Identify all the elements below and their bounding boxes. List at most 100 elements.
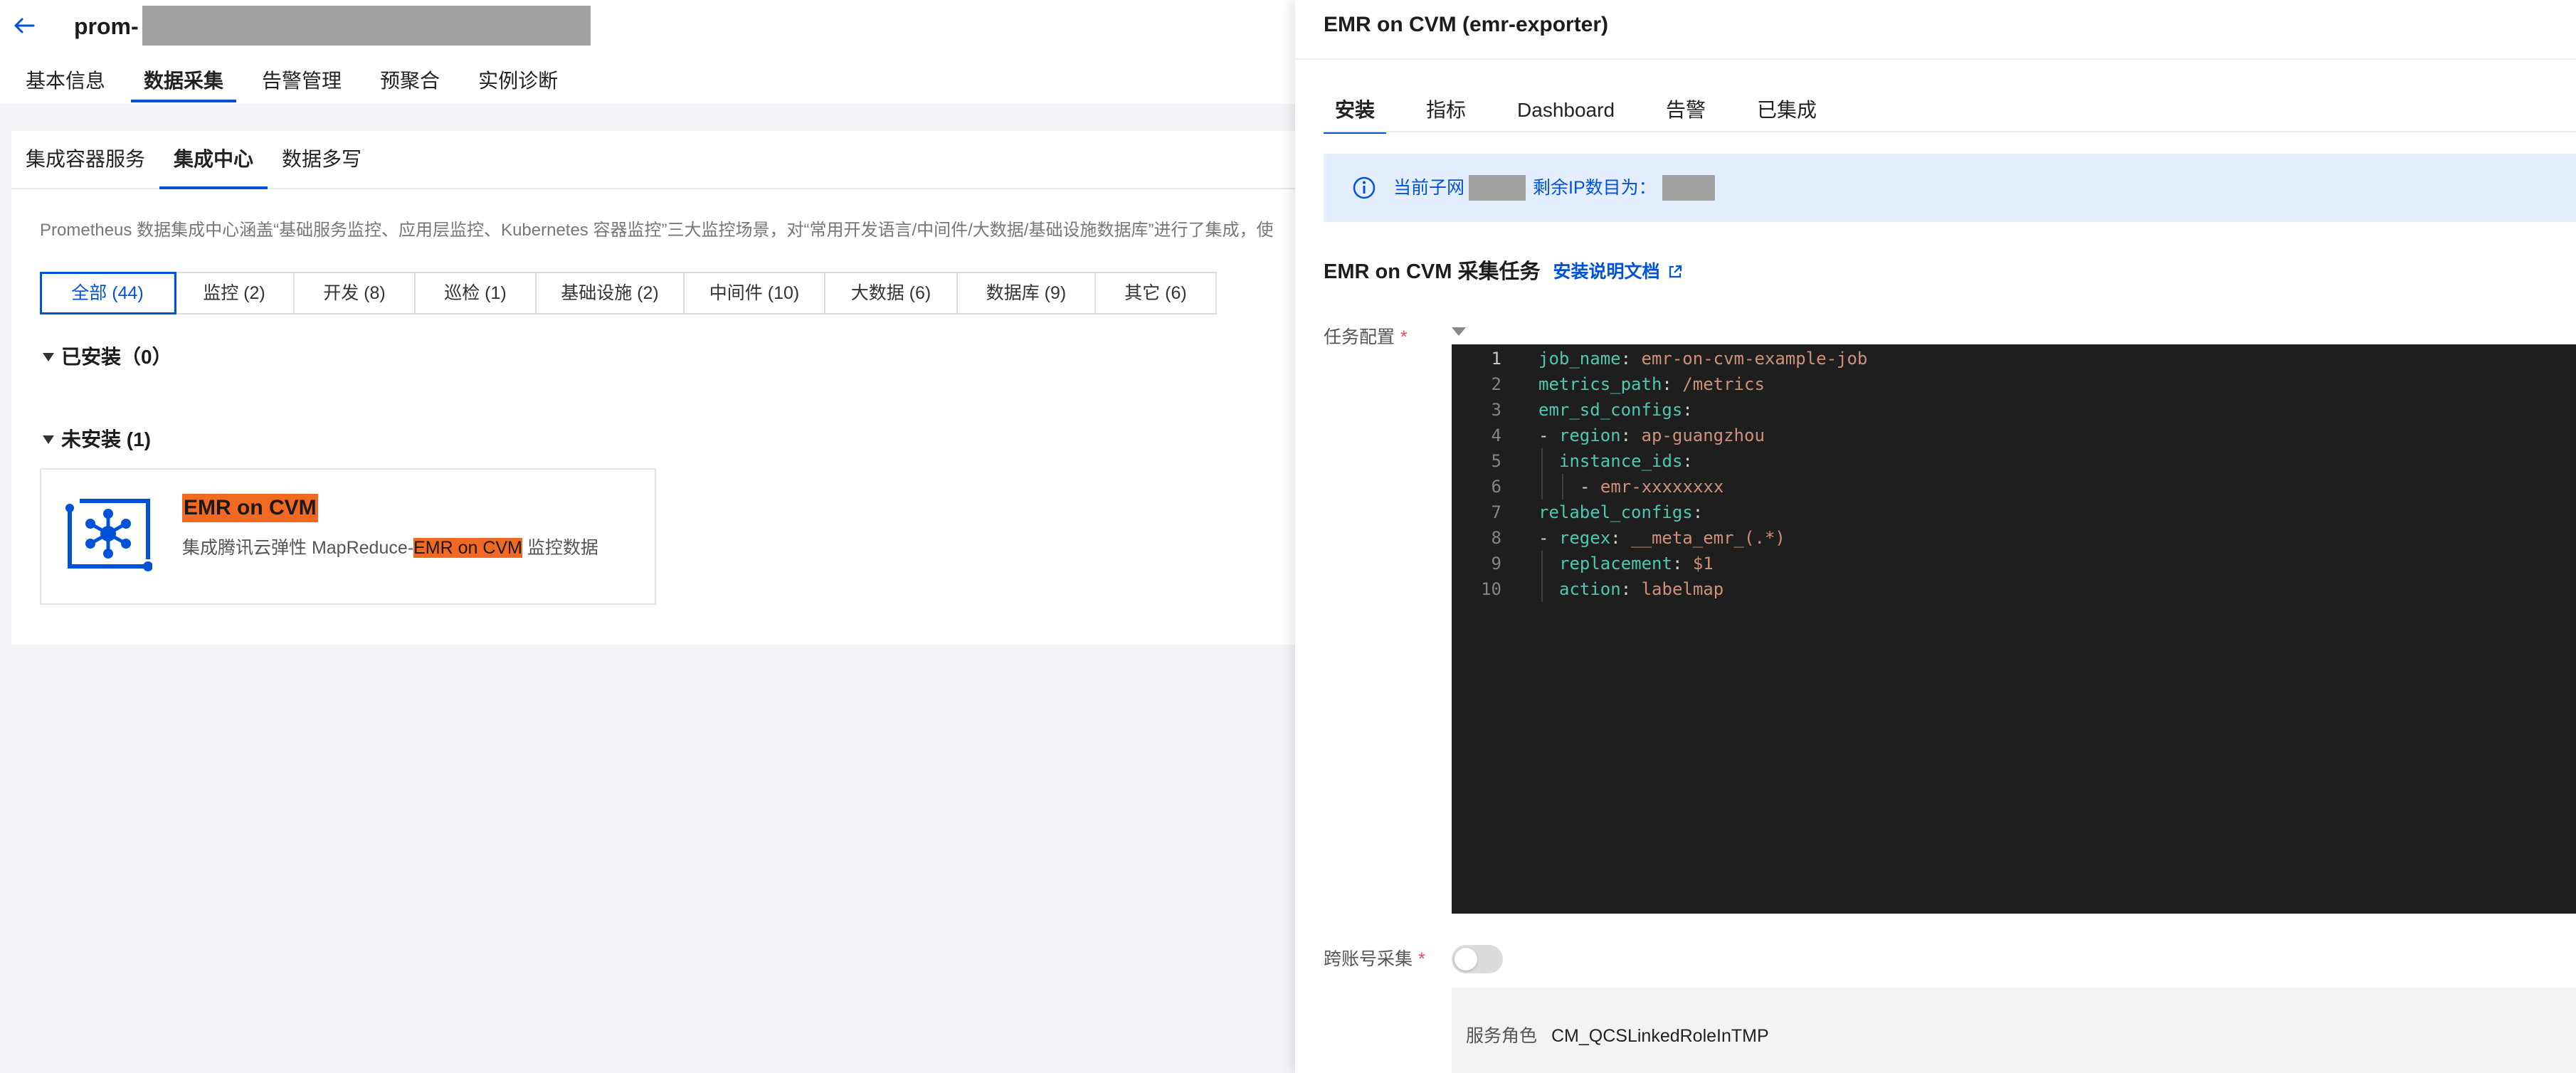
install-doc-link-text: 安装说明文档: [1553, 262, 1660, 282]
subtab-multi-write[interactable]: 数据多写: [268, 131, 376, 188]
code-line: 4 - region: ap-guangzhou: [1452, 423, 2576, 448]
task-config-label-text: 任务配置: [1324, 327, 1395, 347]
description-prefix: 集成腾讯云弹性 MapReduce-: [182, 538, 414, 558]
filter-other[interactable]: 其它 (6): [1096, 273, 1215, 313]
toggle-knob: [1455, 948, 1477, 971]
indent-guide: [1541, 551, 1543, 602]
code-text: emr_sd_configs:: [1538, 400, 1693, 420]
collapse-caret-icon[interactable]: [1452, 327, 1466, 336]
tab-basic-info[interactable]: 基本信息: [13, 61, 118, 104]
line-number: 8: [1491, 528, 1501, 548]
filter-database[interactable]: 数据库 (9): [958, 273, 1096, 313]
required-mark: *: [1418, 949, 1425, 969]
caret-down-icon: [43, 435, 54, 444]
line-number: 3: [1491, 400, 1501, 420]
description-suffix: 监控数据: [522, 538, 598, 558]
drawer-tab-metrics[interactable]: 指标: [1415, 92, 1477, 132]
code-text: metrics_path: /metrics: [1538, 374, 1765, 394]
info-icon: [1353, 176, 1376, 199]
filter-development[interactable]: 开发 (8): [295, 273, 416, 313]
filter-inspection[interactable]: 巡检 (1): [416, 273, 537, 313]
divider: [1324, 131, 2576, 132]
code-text: action: labelmap: [1559, 579, 1724, 599]
subtab-integration-center[interactable]: 集成中心: [159, 131, 268, 189]
code-text: instance_ids:: [1559, 451, 1693, 471]
integration-drawer: EMR on CVM (emr-exporter) 安装 指标 Dashboar…: [1295, 0, 2576, 1073]
drawer-tab-integrated[interactable]: 已集成: [1746, 92, 1828, 132]
not-installed-section-title: 未安装 (1): [61, 428, 152, 450]
tab-pre-aggregation[interactable]: 预聚合: [367, 61, 453, 104]
code-line: 9 replacement: $1: [1452, 551, 2576, 576]
main-tabs: 基本信息 数据采集 告警管理 预聚合 实例诊断: [0, 61, 571, 104]
code-line: 2 metrics_path: /metrics: [1452, 371, 2576, 397]
external-link-icon: [1669, 265, 1682, 278]
filter-monitoring[interactable]: 监控 (2): [175, 273, 295, 313]
redacted-instance-id: [142, 6, 591, 46]
instance-title: prom-: [74, 14, 139, 39]
line-number: 10: [1481, 579, 1501, 599]
service-role-label: 服务角色: [1466, 1026, 1538, 1046]
cross-account-toggle[interactable]: [1452, 945, 1503, 973]
code-line: 7 relabel_configs:: [1452, 500, 2576, 525]
drawer-tab-install[interactable]: 安装: [1324, 92, 1387, 134]
code-text: - emr-xxxxxxxx: [1580, 477, 1724, 497]
filter-big-data[interactable]: 大数据 (6): [825, 273, 958, 313]
line-number: 1: [1491, 349, 1501, 369]
category-filter: 全部 (44) 监控 (2) 开发 (8) 巡检 (1) 基础设施 (2) 中间…: [40, 272, 1217, 314]
filter-infrastructure[interactable]: 基础设施 (2): [537, 273, 685, 313]
code-line: 6 - emr-xxxxxxxx: [1452, 474, 2576, 500]
not-installed-section-header[interactable]: 未安装 (1): [43, 426, 151, 454]
back-arrow-icon[interactable]: [10, 13, 38, 38]
indent-guide: [1562, 474, 1563, 500]
task-config-label: 任务配置 *: [1324, 323, 1408, 352]
line-number: 5: [1491, 451, 1501, 471]
instance-header: prom- 基本信息 数据采集 告警管理 预聚合 实例诊断: [0, 0, 1295, 104]
subtab-container-service[interactable]: 集成容器服务: [11, 131, 159, 188]
divider: [1295, 58, 2576, 60]
install-doc-link[interactable]: 安装说明文档: [1553, 258, 1683, 286]
integration-center-panel: 集成容器服务 集成中心 数据多写 Prometheus 数据集成中心涵盖“基础服…: [11, 131, 1295, 645]
code-text: replacement: $1: [1559, 554, 1714, 574]
remaining-ip-label: 剩余IP数目为：: [1533, 178, 1657, 198]
code-text: job_name: emr-on-cvm-example-job: [1538, 349, 1868, 369]
integration-name: EMR on CVM: [182, 494, 318, 522]
code-line: 10 action: labelmap: [1452, 576, 2576, 602]
integration-description: 集成腾讯云弹性 MapReduce-EMR on CVM 监控数据: [182, 534, 598, 562]
redacted-subnet: [1469, 175, 1526, 201]
redacted-ip-count: [1662, 175, 1715, 201]
subnet-info-banner: 当前子网 剩余IP数目为：: [1324, 154, 2576, 222]
required-mark: *: [1400, 327, 1408, 347]
installed-section-header[interactable]: 已安装（0）: [43, 343, 172, 371]
integration-card-emr-on-cvm[interactable]: EMR on CVM 集成腾讯云弹性 MapReduce-EMR on CVM …: [40, 468, 656, 605]
sub-tabs: 集成容器服务 集成中心 数据多写: [11, 131, 1295, 189]
cross-account-label-text: 跨账号采集: [1324, 949, 1413, 969]
intro-text: Prometheus 数据集成中心涵盖“基础服务监控、应用层监控、Kuberne…: [40, 221, 1274, 240]
service-role-value: CM_QCSLinkedRoleInTMP: [1551, 1026, 1769, 1046]
drawer-tab-dashboard[interactable]: Dashboard: [1506, 92, 1626, 132]
code-text: relabel_configs:: [1538, 502, 1704, 522]
cross-account-label: 跨账号采集 *: [1324, 945, 1425, 973]
line-number: 4: [1491, 426, 1501, 445]
subnet-label: 当前子网: [1393, 178, 1465, 198]
drawer-tab-alerts[interactable]: 告警: [1654, 92, 1717, 132]
tab-data-collection[interactable]: 数据采集: [131, 61, 237, 104]
line-number: 7: [1491, 502, 1501, 522]
line-number: 9: [1491, 554, 1501, 574]
filter-middleware[interactable]: 中间件 (10): [685, 273, 825, 313]
installed-section-title: 已安装（0）: [61, 346, 172, 368]
code-line: 5 instance_ids:: [1452, 448, 2576, 474]
drawer-tabs: 安装 指标 Dashboard 告警 已集成: [1324, 92, 1857, 134]
code-line: 3 emr_sd_configs:: [1452, 397, 2576, 423]
filter-all[interactable]: 全部 (44): [40, 272, 176, 314]
caret-down-icon: [43, 353, 54, 361]
tab-alert-management[interactable]: 告警管理: [249, 61, 354, 104]
task-title-text: EMR on CVM 采集任务: [1324, 260, 1541, 283]
emr-logo-icon: [65, 499, 152, 571]
tab-instance-diagnosis[interactable]: 实例诊断: [465, 61, 571, 104]
yaml-code-editor[interactable]: 1 job_name: emr-on-cvm-example-job 2 metric…: [1452, 344, 2576, 914]
service-role-row: 服务角色 CM_QCSLinkedRoleInTMP: [1452, 988, 2576, 1073]
code-line: 1 job_name: emr-on-cvm-example-job: [1452, 346, 2576, 371]
line-number: 2: [1491, 374, 1501, 394]
code-line: 8 - regex: __meta_emr_(.*): [1452, 525, 2576, 551]
code-text: - region: ap-guangzhou: [1538, 426, 1765, 445]
